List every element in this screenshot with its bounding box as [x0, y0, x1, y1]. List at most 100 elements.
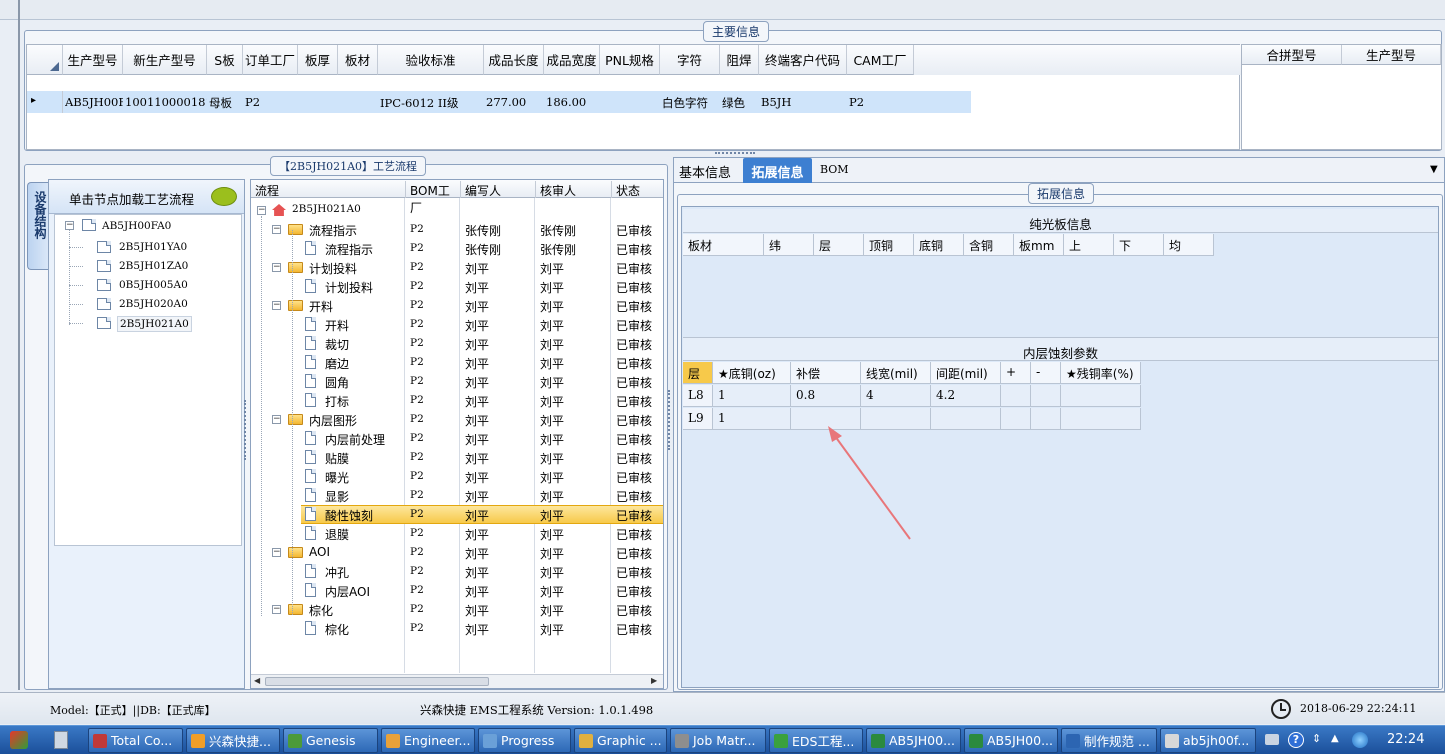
collapse-icon[interactable]: − [272, 548, 281, 557]
device-node[interactable]: 0B5JH005A0 [117, 278, 190, 292]
plain-board-col[interactable]: 板mm [1014, 234, 1064, 256]
plain-board-col[interactable]: 上 [1064, 234, 1114, 256]
flow-node-label[interactable]: 计划投料 [309, 260, 357, 277]
scroll-thumb[interactable] [265, 677, 489, 686]
flow-col-header[interactable]: BOM工厂 [406, 181, 461, 215]
device-node[interactable]: 2B5JH01YA0 [117, 240, 189, 254]
plain-board-col[interactable]: 均 [1164, 234, 1214, 256]
grid-col-header[interactable]: 终端客户代码 [759, 45, 847, 75]
taskbar-button[interactable]: Genesis [283, 728, 378, 753]
etch-col-header[interactable]: ★底铜(oz) [713, 362, 791, 384]
grid-corner[interactable] [27, 45, 63, 75]
flow-col-header[interactable]: 核审人 [536, 181, 612, 198]
etch-col-header[interactable]: 间距(mil) [931, 362, 1001, 384]
merge-col-header[interactable]: 生产型号 [1342, 45, 1441, 65]
taskbar-button[interactable]: Engineer... [381, 728, 475, 753]
taskbar-button[interactable]: ab5jh00f... [1160, 728, 1256, 753]
taskbar-button[interactable]: Total Co... [88, 728, 183, 753]
etch-cell[interactable] [931, 408, 1001, 430]
tab-dropdown-icon[interactable]: ▼ [1430, 164, 1438, 175]
help-icon[interactable]: ? [1288, 732, 1304, 748]
grid-col-header[interactable]: 订单工厂 [243, 45, 298, 75]
etch-cell[interactable] [1001, 385, 1031, 407]
flow-col-header[interactable]: 流程 [251, 181, 406, 198]
flow-node-label[interactable]: 计划投料 [325, 279, 373, 296]
flow-node-label[interactable]: 开料 [325, 317, 349, 334]
taskbar-button[interactable]: EDS工程... [769, 728, 863, 753]
flow-node-label[interactable]: 显影 [325, 488, 349, 505]
collapse-icon[interactable]: − [272, 301, 281, 310]
etch-cell[interactable]: 1 [713, 408, 791, 430]
etch-cell[interactable] [1061, 385, 1141, 407]
etch-cell[interactable] [1061, 408, 1141, 430]
taskbar-clock[interactable]: 22:24 [1387, 732, 1424, 747]
start-icon[interactable] [10, 731, 28, 749]
tab-basic-info[interactable]: 基本信息 [679, 162, 731, 181]
etch-cell[interactable] [1001, 408, 1031, 430]
plain-board-col[interactable]: 含铜 [964, 234, 1014, 256]
flow-node-label[interactable]: 棕化 [309, 602, 333, 619]
grid-col-header[interactable]: 板厚 [298, 45, 338, 75]
plain-board-col[interactable]: 底铜 [914, 234, 964, 256]
flow-node-label[interactable]: 开料 [309, 298, 333, 315]
etch-cell[interactable]: 4 [861, 385, 931, 407]
collapse-icon[interactable]: − [272, 415, 281, 424]
grid-col-header[interactable]: 板材 [338, 45, 378, 75]
flow-node-label[interactable]: 内层图形 [309, 412, 357, 429]
collapse-icon[interactable]: − [65, 221, 74, 230]
grid-col-header[interactable]: 生产型号 [63, 45, 123, 75]
grid-col-header[interactable]: 成品长度 [484, 45, 544, 75]
grid-col-header[interactable]: 字符 [660, 45, 720, 75]
grid-col-header[interactable]: CAM工厂 [847, 45, 914, 75]
taskbar-button[interactable]: 制作规范 ... [1061, 728, 1157, 753]
keyboard-icon[interactable] [1265, 734, 1279, 745]
flow-col-header[interactable]: 状态 [612, 181, 663, 198]
etch-col-header[interactable]: ★残铜率(%) [1061, 362, 1141, 384]
flow-node-label[interactable]: 退膜 [325, 526, 349, 543]
horizontal-scrollbar[interactable]: ◀ ▶ [251, 674, 663, 688]
etch-cell[interactable]: 4.2 [931, 385, 1001, 407]
plain-board-col[interactable]: 层 [814, 234, 864, 256]
grid-col-header[interactable]: 成品宽度 [544, 45, 600, 75]
splitter-handle[interactable] [668, 390, 671, 450]
plain-board-col[interactable]: 顶铜 [864, 234, 914, 256]
etch-col-header[interactable]: + [1001, 362, 1031, 384]
flow-node-label[interactable]: 内层前处理 [325, 431, 385, 448]
collapse-icon[interactable]: − [257, 206, 266, 215]
grid-col-header[interactable]: PNL规格 [600, 45, 660, 75]
taskbar-button[interactable]: Job Matr... [670, 728, 766, 753]
flow-node-label[interactable]: AOI [309, 545, 330, 559]
taskbar-button[interactable]: AB5JH00... [866, 728, 961, 753]
flow-node-label[interactable]: 贴膜 [325, 450, 349, 467]
taskbar-button[interactable]: 兴森快捷... [186, 728, 280, 753]
flow-node-label[interactable]: 内层AOI [325, 583, 370, 600]
etch-cell[interactable] [1031, 385, 1061, 407]
tab-device-structure[interactable]: 设备结构 [27, 182, 49, 270]
tab-bom[interactable]: BOM [820, 163, 849, 176]
plain-board-col[interactable]: 纬 [764, 234, 814, 256]
splitter-handle[interactable] [715, 152, 755, 155]
grid-col-header[interactable]: S板 [207, 45, 243, 75]
etch-col-header[interactable]: - [1031, 362, 1061, 384]
flow-col-header[interactable]: 编写人 [461, 181, 536, 198]
merge-col-header[interactable]: 合拼型号 [1242, 45, 1342, 65]
flow-node-label[interactable]: 打标 [325, 393, 349, 410]
flow-node-label[interactable]: 2B5JH021A0 [292, 203, 361, 215]
network-icon[interactable] [1352, 732, 1368, 748]
device-node[interactable]: 2B5JH021A0 [117, 316, 192, 332]
device-root[interactable]: AB5JH00FA0 [102, 220, 171, 232]
splitter-handle[interactable] [244, 400, 247, 460]
etch-cell[interactable]: L9 [683, 408, 713, 430]
flow-node-label[interactable]: 曝光 [325, 469, 349, 486]
grid-col-header[interactable]: 新生产型号 [123, 45, 207, 75]
etch-col-header[interactable]: 线宽(mil) [861, 362, 931, 384]
device-node[interactable]: 2B5JH020A0 [117, 297, 190, 311]
plain-board-col[interactable]: 下 [1114, 234, 1164, 256]
flow-node-label[interactable]: 流程指示 [325, 241, 373, 258]
etch-cell[interactable] [1031, 408, 1061, 430]
flow-node-label[interactable]: 圆角 [325, 374, 349, 391]
etch-cell[interactable]: 1 [713, 385, 791, 407]
etch-col-header[interactable]: 层 [683, 362, 713, 384]
plain-board-col[interactable]: 板材 [683, 234, 764, 256]
flow-node-label[interactable]: 酸性蚀刻 [325, 507, 373, 524]
